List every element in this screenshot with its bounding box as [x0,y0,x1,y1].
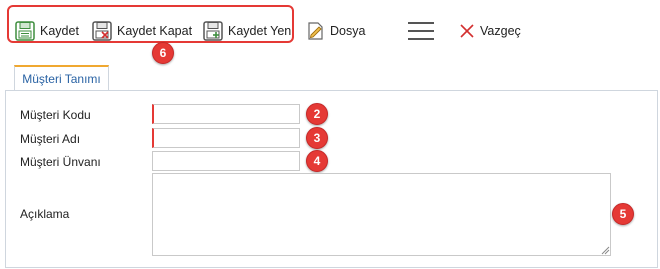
customer-title-label: Müşteri Ünvanı [20,155,101,169]
callout-badge-6: 6 [152,42,174,64]
menu-icon[interactable] [408,22,434,40]
customer-code-label: Müşteri Kodu [20,108,91,122]
save-buttons-highlight [7,5,294,43]
callout-badge-3: 3 [306,127,328,149]
cancel-button[interactable]: Vazgeç [458,18,521,44]
file-button[interactable]: Dosya [304,18,365,44]
tab-customer-definition[interactable]: Müşteri Tanımı [14,65,109,91]
customer-title-input[interactable] [152,151,300,171]
customer-name-label: Müşteri Adı [20,132,81,146]
callout-badge-2: 2 [306,103,328,125]
resize-grip-icon[interactable] [601,246,610,255]
description-label: Açıklama [20,207,70,221]
customer-name-input[interactable] [152,128,300,148]
callout-badge-4: 4 [306,150,328,172]
toolbar: Kaydet Kaydet Kapat Kaydet Yeni Dosya Va… [0,0,660,64]
file-edit-icon [308,22,323,40]
cancel-label: Vazgeç [480,24,521,38]
close-icon [460,24,474,38]
file-label: Dosya [330,24,366,38]
description-textarea[interactable] [152,173,611,256]
customer-code-input[interactable] [152,104,300,124]
callout-badge-5: 5 [612,203,634,225]
